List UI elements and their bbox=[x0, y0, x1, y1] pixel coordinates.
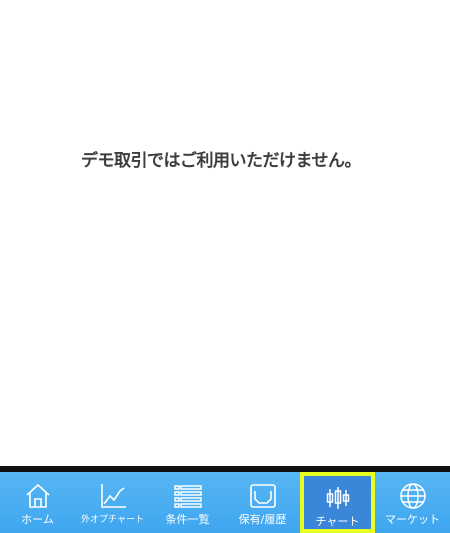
tab-option-chart[interactable]: 外オプチャート bbox=[75, 472, 150, 533]
list-icon bbox=[173, 482, 203, 510]
tab-market[interactable]: マーケット bbox=[375, 472, 450, 533]
tab-option-chart-label: 外オプチャート bbox=[81, 515, 144, 525]
home-icon bbox=[23, 482, 53, 510]
tab-holdings-history-label: 保有/履歴 bbox=[238, 513, 287, 526]
demo-unavailable-message: デモ取引ではご利用いただけません。 bbox=[81, 151, 362, 171]
main-content: デモ取引ではご利用いただけません。 bbox=[0, 0, 450, 468]
tab-chart[interactable]: チャート bbox=[300, 472, 375, 533]
inbox-icon bbox=[248, 482, 278, 510]
tab-market-label: マーケット bbox=[385, 513, 440, 526]
tab-home-label: ホーム bbox=[21, 513, 54, 526]
globe-icon bbox=[398, 482, 428, 510]
tab-chart-label: チャート bbox=[315, 515, 360, 528]
tab-conditions-list[interactable]: 条件一覧 bbox=[150, 472, 225, 533]
app-screen: デモ取引ではご利用いただけません。 ホーム 外オプチャート 条件一覧 保有/履歴… bbox=[0, 0, 450, 533]
candlestick-icon bbox=[323, 484, 353, 512]
tab-conditions-list-label: 条件一覧 bbox=[165, 513, 210, 526]
tab-holdings-history[interactable]: 保有/履歴 bbox=[225, 472, 300, 533]
bottom-tab-bar: ホーム 外オプチャート 条件一覧 保有/履歴 チャート マーケット bbox=[0, 472, 450, 533]
tab-home[interactable]: ホーム bbox=[0, 472, 75, 533]
line-chart-icon bbox=[98, 482, 128, 510]
